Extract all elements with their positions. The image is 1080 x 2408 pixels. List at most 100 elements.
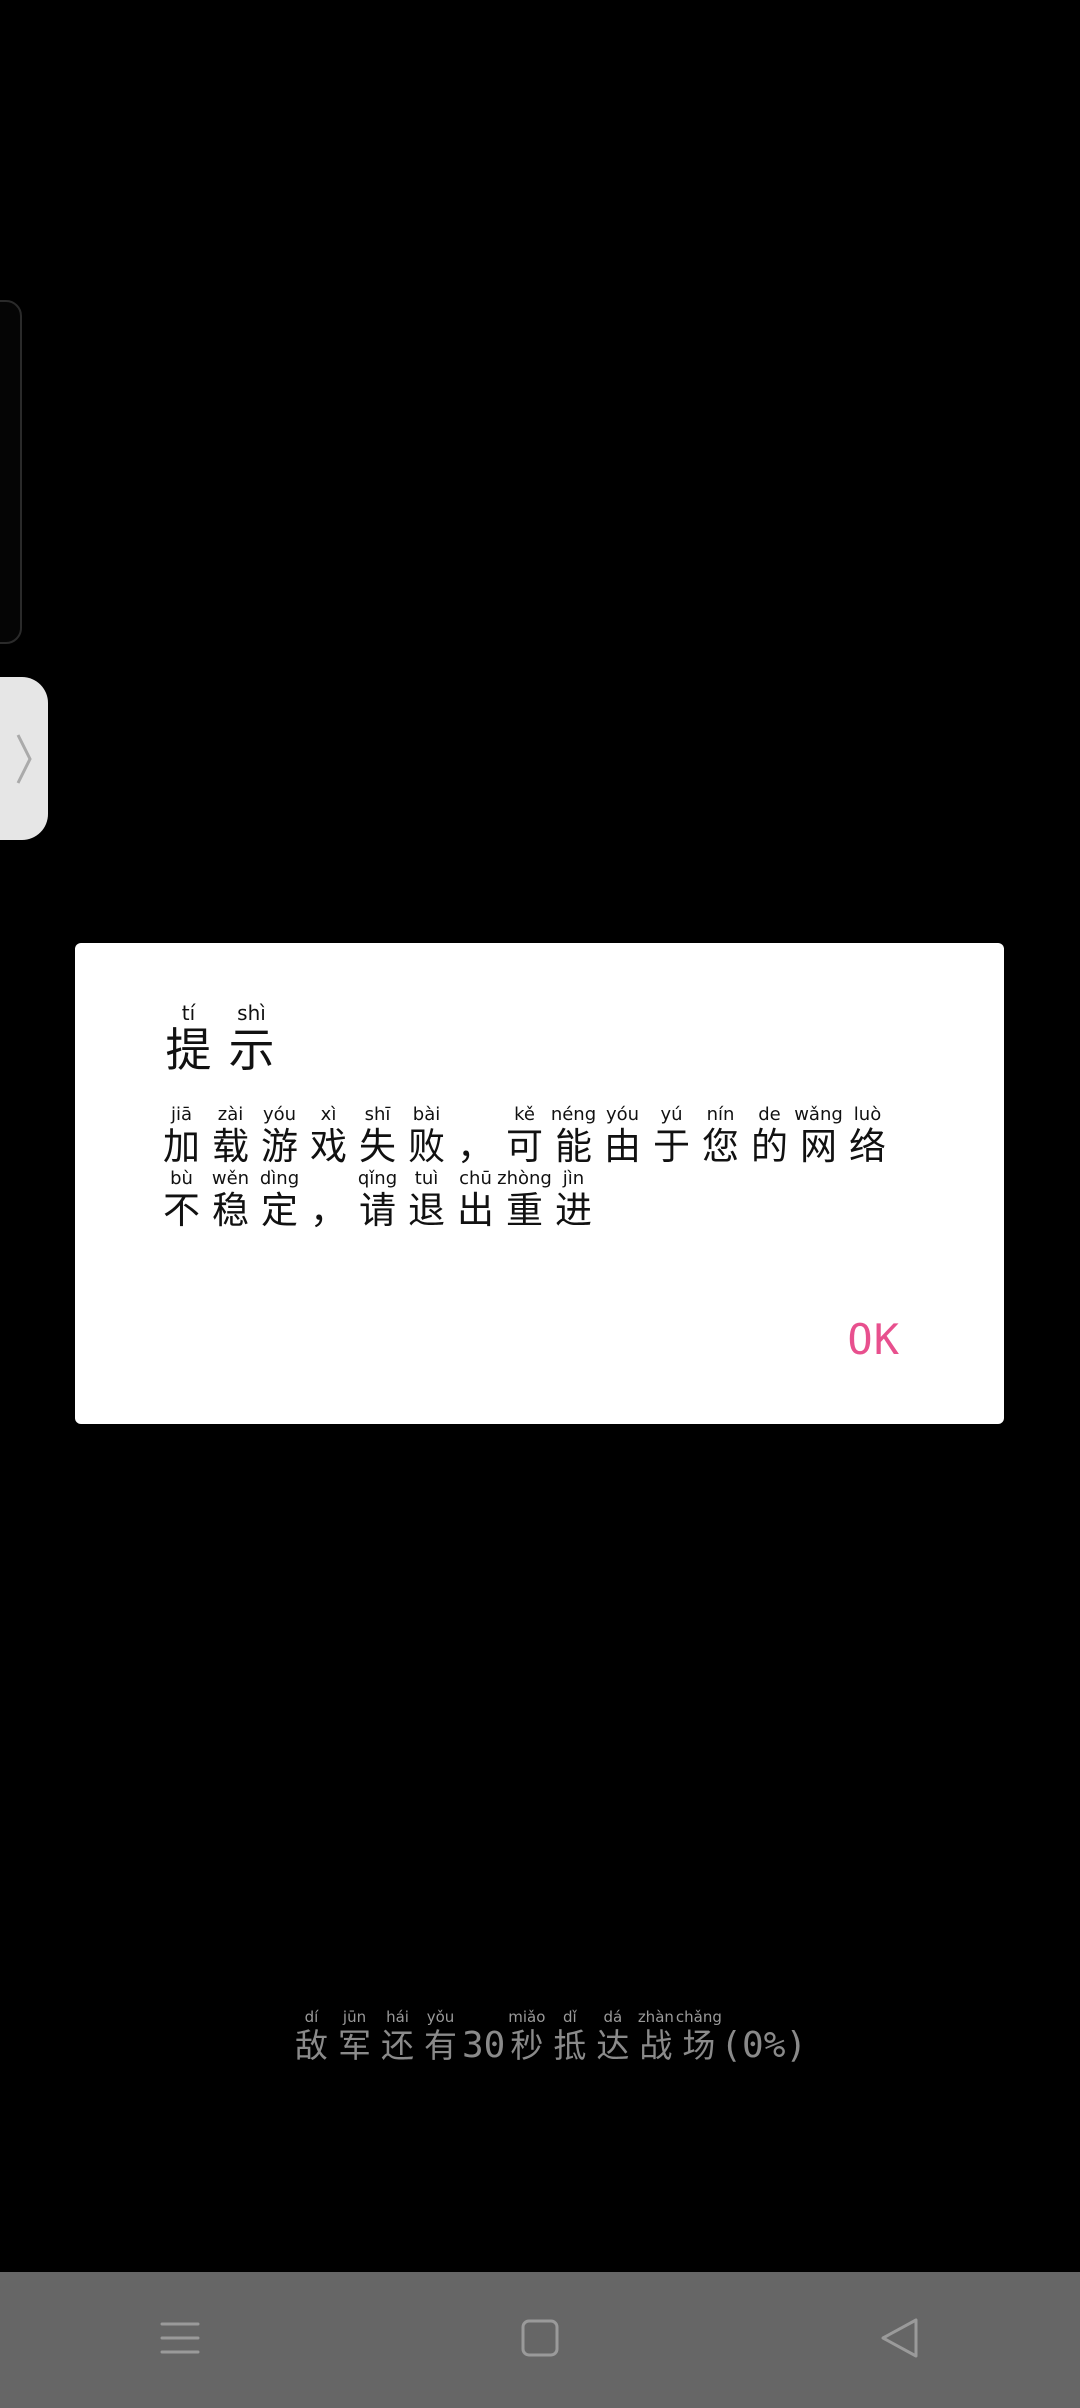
home-button[interactable] [480, 2290, 600, 2390]
hanzi: 战 [639, 2026, 673, 2065]
home-square-icon [520, 2318, 560, 2362]
loading-progress: (0%) [720, 2025, 808, 2066]
hanzi: 场 [682, 2026, 716, 2065]
ruby-char: bù 不 [157, 1169, 206, 1233]
ruby-char: luò 络 [843, 1105, 892, 1169]
pinyin: shī [364, 1104, 391, 1125]
pinyin: zhòng [497, 1168, 552, 1189]
ruby-char: jūn 军 [333, 2008, 376, 2066]
hanzi: 能 [555, 1125, 592, 1168]
ruby-char: shì 示 [220, 1003, 283, 1077]
chevron-right-icon [14, 731, 34, 787]
hanzi: 游 [261, 1125, 298, 1168]
hanzi: 敌 [295, 2026, 328, 2065]
hanzi: 退 [408, 1189, 445, 1232]
ruby-char: néng 能 [549, 1105, 598, 1169]
ruby-char: shī 失 [353, 1105, 402, 1169]
pinyin: qǐng [357, 1168, 398, 1189]
pinyin: dǐ [563, 2008, 577, 2026]
pinyin: yóu [605, 1104, 640, 1125]
pinyin: jìn [562, 1168, 585, 1189]
ok-button[interactable]: OK [847, 1315, 900, 1364]
ruby-char: hái 还 [376, 2008, 419, 2066]
hanzi: 还 [381, 2026, 414, 2065]
hanzi: 稳 [212, 1189, 249, 1232]
ruby-char: dá 达 [591, 2008, 634, 2066]
pinyin: hái [386, 2008, 409, 2026]
ruby-char: dìng 定 [255, 1169, 304, 1233]
ruby-char: yóu 游 [255, 1105, 304, 1169]
side-panel [0, 300, 22, 644]
pinyin: zài [217, 1104, 244, 1125]
hanzi: 络 [849, 1125, 886, 1168]
pinyin: yǒu [426, 2008, 455, 2026]
ruby-char: bài 败 [402, 1105, 451, 1169]
ruby-char: wěn 稳 [206, 1169, 255, 1233]
pinyin: jiā [170, 1104, 193, 1125]
hanzi: 示 [228, 1023, 275, 1077]
hanzi: 进 [555, 1189, 592, 1232]
hanzi: 的 [751, 1125, 788, 1168]
ruby-char: zài 载 [206, 1105, 255, 1169]
hanzi: 定 [261, 1189, 298, 1232]
ruby-char: tuì 退 [402, 1169, 451, 1233]
ruby-char: ， [304, 1169, 353, 1233]
countdown-seconds: 30 [462, 2025, 506, 2066]
hanzi: 重 [506, 1189, 543, 1232]
ruby-char: ， [451, 1105, 500, 1169]
system-navigation-bar [0, 2272, 1080, 2408]
pinyin: dí [304, 2008, 319, 2026]
ruby-char: nín 您 [696, 1105, 745, 1169]
pinyin: wǎng [794, 1104, 843, 1125]
hanzi: 不 [163, 1189, 200, 1232]
ruby-char: dǐ 抵 [548, 2008, 591, 2066]
pinyin: néng [550, 1104, 597, 1125]
ruby-char: kě 可 [500, 1105, 549, 1169]
hanzi: 加 [163, 1125, 200, 1168]
ruby-char: chǎng 场 [675, 2008, 722, 2066]
pinyin: tuì [414, 1168, 439, 1189]
alert-dialog: tí 提 shì 示 jiā 加 zài 载 yóu 游 xì 戏 shī 失 bài 败 ， … [75, 943, 1004, 1424]
pinyin: xì [320, 1104, 337, 1125]
ruby-char: qǐng 请 [353, 1169, 402, 1233]
hanzi: ， [457, 1125, 494, 1168]
hanzi: 提 [165, 1023, 212, 1077]
pinyin: chū [459, 1168, 492, 1189]
hanzi: 请 [359, 1189, 396, 1232]
back-button[interactable] [840, 2290, 960, 2390]
pinyin: miǎo [508, 2008, 546, 2026]
ruby-char: dí 敌 [290, 2008, 333, 2066]
pinyin: bài [412, 1104, 441, 1125]
pinyin: nín [706, 1104, 735, 1125]
hanzi: 败 [408, 1125, 445, 1168]
hanzi: 有 [424, 2026, 457, 2065]
hanzi: 戏 [310, 1125, 347, 1168]
ruby-char: yú 于 [647, 1105, 696, 1169]
pinyin: chǎng [675, 2008, 722, 2026]
ruby-char: de 的 [745, 1105, 794, 1169]
dialog-message-line-2: bù 不 wěn 稳 dìng 定 ， qǐng 请 tuì 退 chū 出 zhòng 重 … [157, 1169, 598, 1233]
menu-icon [158, 2318, 202, 2362]
pinyin: de [758, 1104, 781, 1125]
ruby-char: jiā 加 [157, 1105, 206, 1169]
dialog-title: tí 提 shì 示 [157, 1003, 283, 1077]
ruby-char: jìn 进 [549, 1169, 598, 1233]
pinyin: yú [660, 1104, 683, 1125]
side-tab[interactable] [0, 677, 48, 840]
hanzi: 可 [506, 1125, 543, 1168]
hanzi: 失 [359, 1125, 396, 1168]
hanzi: 载 [212, 1125, 249, 1168]
hanzi: 出 [457, 1189, 494, 1232]
hanzi: 网 [800, 1125, 837, 1168]
ruby-char: miǎo 秒 [505, 2008, 548, 2066]
hanzi: 抵 [553, 2026, 587, 2065]
recent-apps-button[interactable] [120, 2290, 240, 2390]
dialog-message-line-1: jiā 加 zài 载 yóu 游 xì 戏 shī 失 bài 败 ， kě 可 néng 能… [157, 1105, 892, 1169]
ruby-char: chū 出 [451, 1169, 500, 1233]
pinyin: dìng [259, 1168, 300, 1189]
ruby-char: yǒu 有 [419, 2008, 462, 2066]
hanzi: 于 [653, 1125, 690, 1168]
pinyin: yóu [262, 1104, 297, 1125]
pinyin: zhàn [637, 2008, 674, 2026]
loading-status: dí 敌 jūn 军 hái 还 yǒu 有 30 miǎo 秒 dǐ 抵 dá 达 zhàn… [290, 2008, 807, 2066]
